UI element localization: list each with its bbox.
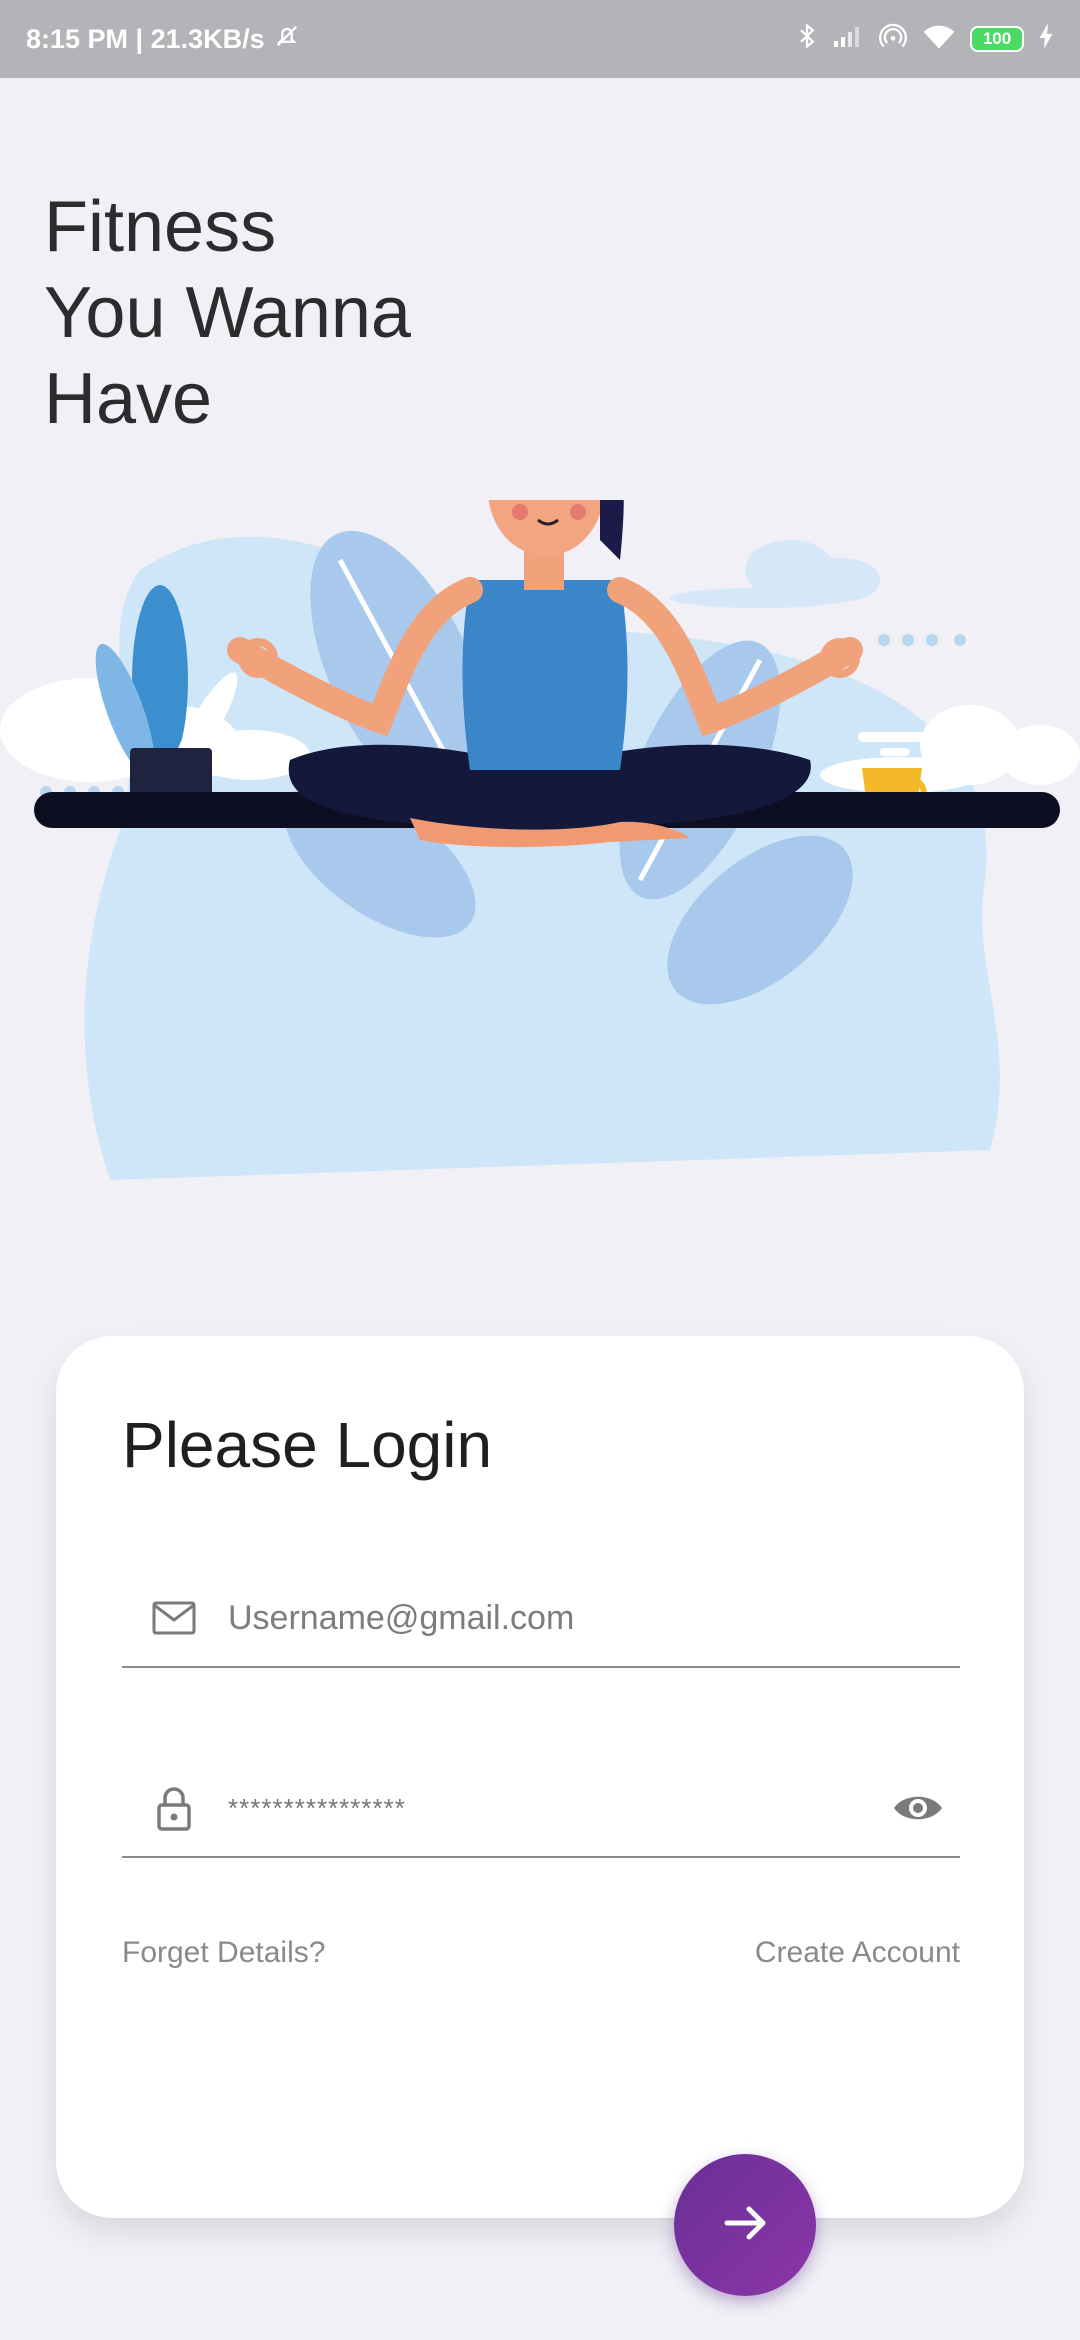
headline-line-3: Have <box>44 359 213 439</box>
lock-icon <box>150 1784 198 1832</box>
page-headline: Fitness You Wanna Have <box>44 184 411 442</box>
mail-icon <box>150 1594 198 1642</box>
cloud-top <box>670 540 880 608</box>
arrow-right-icon <box>719 2197 771 2253</box>
login-card: Please Login Forget Details? Create Acco… <box>56 1336 1024 2218</box>
mute-icon <box>273 22 301 57</box>
battery-icon: 100 <box>970 26 1024 52</box>
status-bar-left: 8:15 PM | 21.3KB/s <box>26 22 301 57</box>
time-and-speed: 8:15 PM | 21.3KB/s <box>26 23 265 54</box>
show-password-eye-icon[interactable] <box>890 1780 946 1836</box>
username-input[interactable] <box>226 1597 960 1639</box>
yoga-illustration <box>0 500 1080 1180</box>
create-account-link[interactable]: Create Account <box>755 1936 960 1970</box>
headline-line-1: Fitness <box>44 187 277 267</box>
signal-icon <box>832 23 864 56</box>
wifi-icon <box>922 22 956 57</box>
username-field <box>122 1570 960 1668</box>
bluetooth-icon <box>796 22 818 57</box>
password-field <box>122 1760 960 1858</box>
charging-icon <box>1038 22 1054 56</box>
password-input[interactable] <box>226 1791 890 1825</box>
headline-line-2: You Wanna <box>44 273 411 353</box>
hotspot-icon <box>878 22 908 57</box>
login-title: Please Login <box>122 1409 493 1481</box>
forget-details-link[interactable]: Forget Details? <box>122 1936 325 1970</box>
status-bar: 8:15 PM | 21.3KB/s 100 <box>0 0 1080 78</box>
status-bar-right: 100 <box>796 22 1054 57</box>
login-links: Forget Details? Create Account <box>122 1936 960 1970</box>
login-submit-button[interactable] <box>674 2154 816 2296</box>
